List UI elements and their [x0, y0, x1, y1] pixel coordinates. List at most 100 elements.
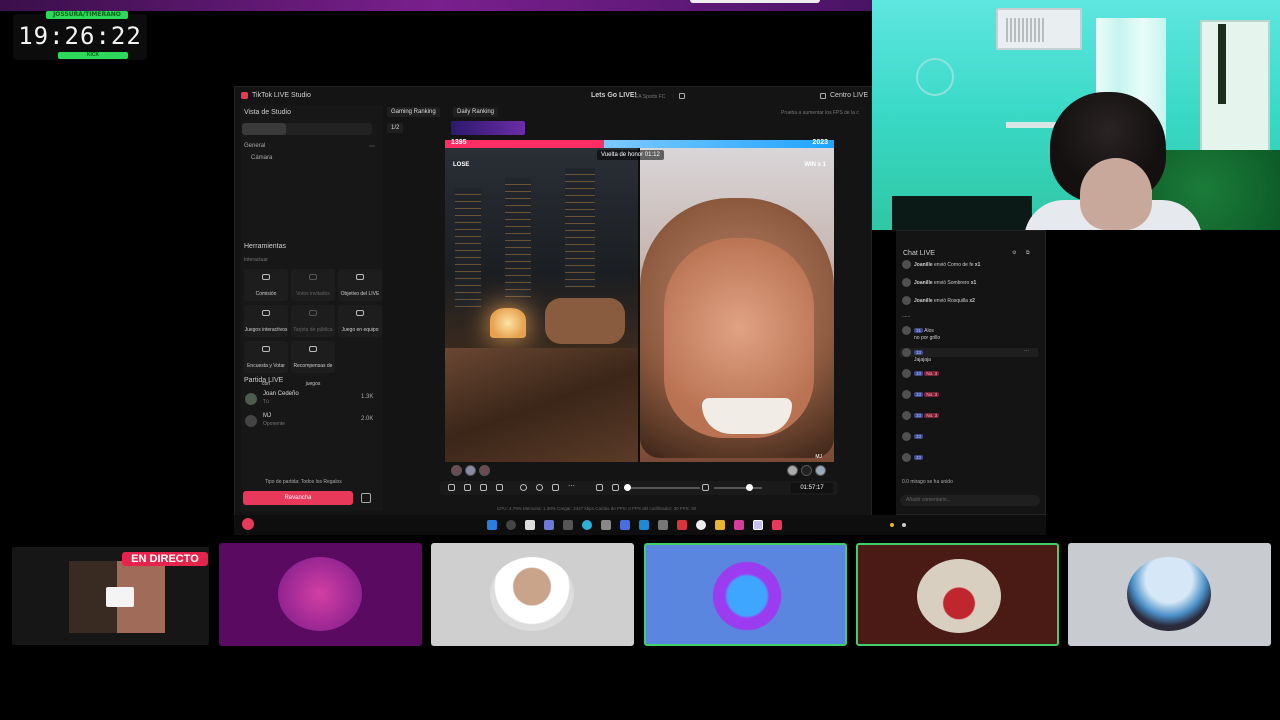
- tool-game-rewards[interactable]: Recompensas de juegos: [291, 341, 335, 387]
- windows-taskbar: [234, 515, 1046, 535]
- tool-commission[interactable]: Comisión: [244, 269, 288, 301]
- event-banner[interactable]: [451, 121, 525, 135]
- participant-tile[interactable]: [431, 543, 634, 646]
- opponent-name: MJ: [263, 413, 271, 419]
- tools-title: Herramientas: [244, 243, 287, 250]
- video-icon[interactable]: [552, 484, 559, 491]
- chat-message[interactable]: 33 ⋯: [900, 348, 1038, 357]
- chat-message: 33 No. 3: [902, 390, 940, 399]
- team-icon: [356, 310, 364, 316]
- rank-badge: No. 3: [924, 370, 940, 376]
- target-icon[interactable]: [536, 484, 543, 491]
- match-type: Tipo de partida: Todos los Regalos: [265, 479, 342, 485]
- volume-knob[interactable]: [624, 484, 631, 491]
- view-selector[interactable]: Vista de Studio: [244, 109, 291, 116]
- task-view-icon[interactable]: [525, 520, 535, 530]
- steam-icon[interactable]: [601, 520, 611, 530]
- chat-settings-icon[interactable]: ⚙: [1012, 250, 1016, 256]
- tool-live-goal[interactable]: Objetivo del LIVE: [338, 269, 382, 301]
- clock-widget: JOSSURA/TIMERANO 19:26:22 KICK: [13, 11, 147, 60]
- tiktok-icon[interactable]: [772, 520, 782, 530]
- app-icon[interactable]: [658, 520, 668, 530]
- supporter-avatar: [801, 465, 812, 476]
- tool-team-game[interactable]: Juego en equipo: [338, 305, 382, 337]
- user-joined-notice: 0.0 mirago se ha unido: [902, 479, 953, 485]
- participant-tile-speaking[interactable]: [856, 543, 1059, 646]
- chrome-icon[interactable]: [696, 520, 706, 530]
- more-icon[interactable]: ⋯: [568, 483, 575, 491]
- rank-badge: No. 3: [924, 412, 940, 418]
- guests-icon: [309, 274, 317, 280]
- chat-popout-icon[interactable]: ⧉: [1026, 250, 1030, 256]
- participant-tile-selected[interactable]: [644, 543, 847, 646]
- gift-text: envió Rosquilla: [934, 297, 968, 304]
- chat-panel: Chat LIVE ⚙ ⧉ Joanille envió Corno de fe…: [896, 230, 1046, 515]
- exit-icon[interactable]: [361, 493, 371, 503]
- supporter-avatar: [815, 465, 826, 476]
- windows-start-icon[interactable]: [487, 520, 497, 530]
- rematch-button[interactable]: Revancha: [243, 491, 353, 505]
- discord-icon[interactable]: [753, 520, 763, 530]
- youtube-icon[interactable]: [677, 520, 687, 530]
- daily-ranking-button[interactable]: Daily Ranking: [453, 107, 499, 117]
- mic-icon[interactable]: [702, 484, 709, 491]
- screen-icon[interactable]: [496, 484, 503, 491]
- performance-stats: CPU: 4.79% Memoria: 1.38% Cargar: 2427 k…: [497, 506, 697, 511]
- share-icon[interactable]: [679, 93, 685, 99]
- wall-clock: [916, 58, 954, 96]
- pillow: [545, 298, 625, 344]
- clock-top-label: JOSSURA/TIMERANO: [46, 11, 128, 19]
- mic-knob[interactable]: [746, 484, 753, 491]
- general-section[interactable]: General: [244, 143, 265, 149]
- wand-icon[interactable]: [448, 484, 455, 491]
- chat-input[interactable]: Añadir comentario...: [900, 495, 1040, 506]
- centro-live-link[interactable]: Centro LIVE: [830, 92, 868, 99]
- view-segment-portrait[interactable]: [242, 123, 286, 135]
- stream-game: EA Sports FC: [635, 94, 666, 100]
- win-label: WIN x 1: [804, 162, 826, 168]
- opponent-video: WIN x 1 MJ: [640, 148, 834, 462]
- poll-icon: [262, 346, 270, 352]
- avatar: [917, 559, 1001, 633]
- chat-divider-dots: ......: [902, 313, 911, 319]
- gift-user: Joanille: [914, 279, 933, 286]
- volume-icon[interactable]: [612, 484, 619, 491]
- widgets-icon[interactable]: [563, 520, 573, 530]
- store-icon[interactable]: [620, 520, 630, 530]
- layout-icon[interactable]: [464, 484, 471, 491]
- edge-icon[interactable]: [582, 520, 592, 530]
- gaming-ranking-button[interactable]: Gaming Ranking: [387, 107, 440, 117]
- tool-interactive-games[interactable]: Juegos interactivos: [244, 305, 288, 337]
- opponent-smile: [702, 398, 792, 434]
- avatar: [902, 348, 911, 357]
- teams-icon[interactable]: [544, 520, 554, 530]
- folder-icon[interactable]: [715, 520, 725, 530]
- more-icon[interactable]: ⋯: [369, 143, 375, 150]
- capture-icon[interactable]: [480, 484, 487, 491]
- view-segment-control[interactable]: [242, 123, 372, 135]
- mic-slider[interactable]: [714, 487, 762, 489]
- volume-slider[interactable]: [624, 487, 700, 489]
- tiktok-studio-icon[interactable]: [242, 518, 254, 530]
- level-badge: 33: [914, 454, 924, 460]
- victory-lap-timer: Vuelta de honor 01:12: [597, 150, 664, 160]
- participant-tile[interactable]: [1068, 543, 1271, 646]
- instagram-icon[interactable]: [734, 520, 744, 530]
- search-icon[interactable]: [506, 520, 516, 530]
- settings-sliders-icon[interactable]: [596, 484, 603, 491]
- commission-icon: [262, 274, 270, 280]
- gift-count: x2: [969, 297, 975, 304]
- tool-public-card[interactable]: Tarjeta de pública: [291, 305, 335, 337]
- app-icon[interactable]: [639, 520, 649, 530]
- top-tab-strip[interactable]: [690, 0, 820, 3]
- app-logo-icon: [241, 92, 248, 99]
- tray-dot-icon: [902, 523, 906, 527]
- tool-guest-votes[interactable]: Votos invitados: [291, 269, 335, 301]
- gift-text: envió Sombrero: [934, 279, 970, 286]
- record-icon[interactable]: [520, 484, 527, 491]
- tool-poll[interactable]: Encuesta y Votar con: [244, 341, 288, 387]
- participant-tile[interactable]: [219, 543, 422, 646]
- screen-share-tile[interactable]: EN DIRECTO: [6, 543, 209, 646]
- camera-source[interactable]: Cámara: [251, 155, 272, 161]
- message-more-icon[interactable]: ⋯: [1024, 348, 1029, 354]
